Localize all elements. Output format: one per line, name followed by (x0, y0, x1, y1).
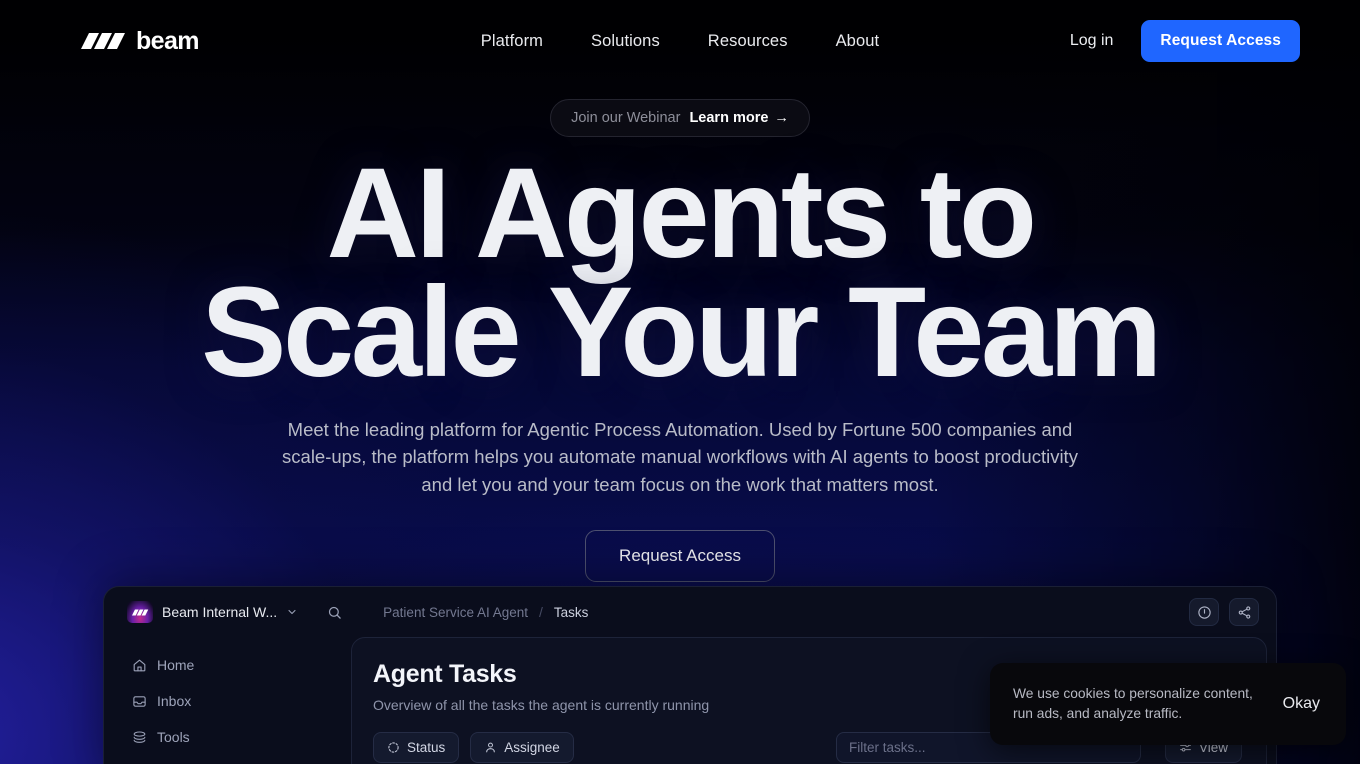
sidebar-item-home-label: Home (157, 657, 195, 673)
assignee-filter-button[interactable]: Assignee (470, 732, 574, 763)
sidebar-item-tools-label: Tools (157, 729, 190, 745)
search-icon[interactable] (320, 598, 348, 626)
workspace-name: Beam Internal W... (162, 604, 278, 620)
beam-workspace-logo-icon (127, 601, 153, 623)
assignee-filter-label: Assignee (504, 740, 560, 755)
site-header: beam Platform Solutions Resources About … (0, 0, 1360, 82)
status-filter-label: Status (407, 740, 446, 755)
sidebar-item-tools[interactable]: Tools (124, 719, 351, 755)
breadcrumb: Patient Service AI Agent / Tasks (383, 604, 588, 620)
dashed-circle-icon (388, 742, 399, 753)
login-link[interactable]: Log in (1058, 24, 1126, 58)
webinar-banner-label: Join our Webinar (571, 110, 681, 126)
breadcrumb-current[interactable]: Tasks (554, 605, 589, 620)
webinar-learn-more-label: Learn more (689, 110, 769, 126)
cookie-consent-banner: We use cookies to personalize content, r… (990, 663, 1346, 745)
request-access-button-hero[interactable]: Request Access (585, 530, 775, 583)
layers-icon (133, 730, 146, 743)
webinar-learn-more-link[interactable]: Learn more → (689, 110, 788, 126)
sidebar-item-home[interactable]: Home (124, 647, 351, 683)
arrow-right-icon: → (774, 110, 789, 126)
status-filter-button[interactable]: Status (373, 732, 460, 763)
user-icon (486, 742, 496, 753)
app-topbar-actions (1189, 598, 1259, 626)
nav-item-platform[interactable]: Platform (457, 24, 567, 59)
hero-subtitle: Meet the leading platform for Agentic Pr… (282, 419, 1078, 495)
cookie-consent-message: We use cookies to personalize content, r… (1013, 685, 1253, 721)
sidebar-item-inbox-label: Inbox (157, 693, 192, 709)
breadcrumb-parent[interactable]: Patient Service AI Agent (383, 605, 528, 620)
hero-headline: AI Agents to Scale Your Team (100, 150, 1260, 397)
nav-item-solutions[interactable]: Solutions (567, 24, 684, 59)
webinar-banner-pill[interactable]: Join our Webinar Learn more → (550, 99, 810, 137)
chevron-down-icon (288, 609, 296, 615)
sidebar-item-inbox[interactable]: Inbox (124, 683, 351, 719)
cookie-okay-button[interactable]: Okay (1279, 689, 1324, 719)
header-actions: Log in Request Access (1058, 20, 1300, 62)
share-nodes-icon[interactable] (1229, 598, 1259, 626)
app-topbar: Beam Internal W... Patient Service AI Ag… (104, 587, 1276, 637)
info-circle-icon[interactable] (1189, 598, 1219, 626)
page-root: beam Platform Solutions Resources About … (0, 0, 1360, 764)
workspace-switcher[interactable]: Beam Internal W... (121, 597, 304, 627)
home-icon (133, 659, 146, 671)
app-sidebar: Home Inbox Tools (104, 637, 351, 764)
hero-headline-line-2: Scale Your Team (201, 261, 1162, 405)
breadcrumb-separator: / (539, 604, 543, 620)
request-access-button-header[interactable]: Request Access (1141, 20, 1300, 62)
nav-item-about[interactable]: About (812, 24, 904, 59)
hero-section: Join our Webinar Learn more → AI Agents … (0, 0, 1360, 583)
inbox-icon (133, 695, 146, 707)
nav-item-resources[interactable]: Resources (684, 24, 812, 59)
